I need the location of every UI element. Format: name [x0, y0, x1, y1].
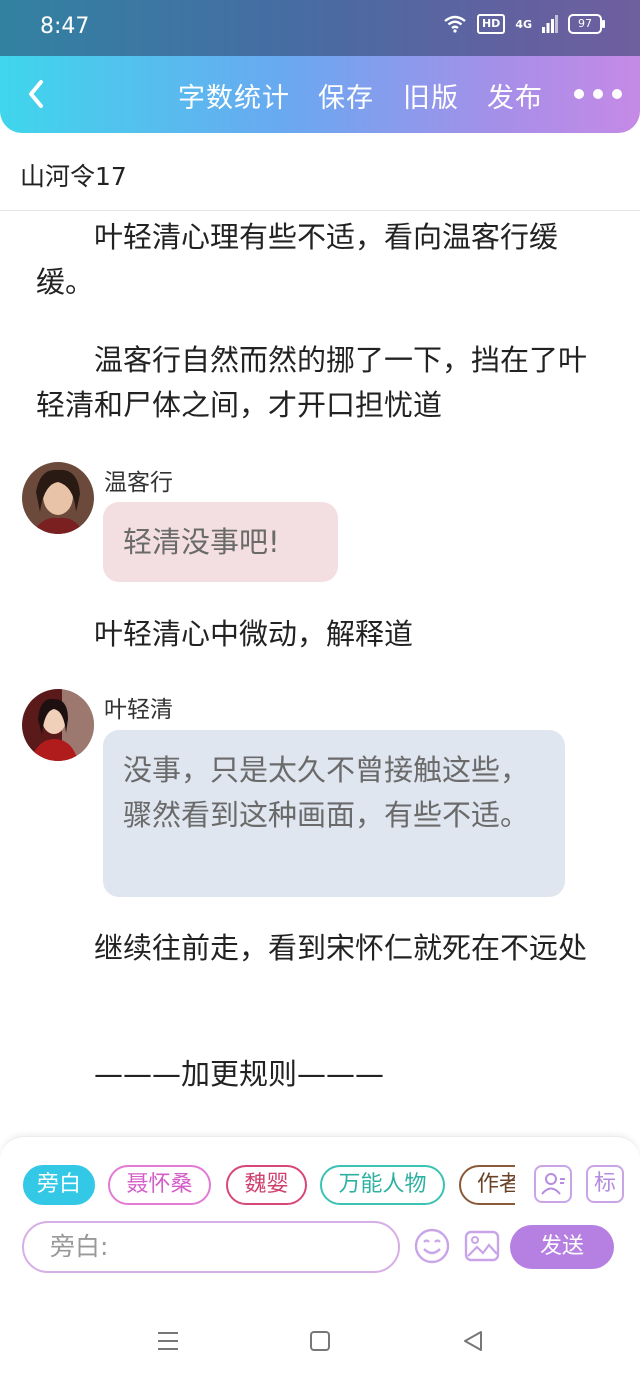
role-chip[interactable]: 万能人物: [320, 1165, 445, 1205]
narration-paragraph[interactable]: 温客行自然而然的挪了一下，挡在了叶轻清和尸体之间，才开口担忧道: [36, 338, 604, 428]
chapter-title[interactable]: 山河令17: [20, 157, 127, 193]
hd-badge: HD: [476, 14, 506, 34]
input-panel: 旁白 聂怀桑 魏婴 万能人物 作者 标 旁白: 发送: [0, 1136, 640, 1274]
dialogue-bubble[interactable]: 轻清没事吧!: [103, 502, 338, 582]
narration-paragraph[interactable]: 继续往前走，看到宋怀仁就死在不远处: [36, 926, 604, 971]
dialogue-bubble[interactable]: 没事，只是太久不曾接触这些，骤然看到这种画面，有些不适。: [103, 730, 565, 897]
save-button[interactable]: 保存: [318, 76, 374, 115]
signal-icon: [542, 15, 558, 33]
status-time: 8:47: [40, 14, 90, 39]
emoji-icon[interactable]: [413, 1227, 451, 1265]
avatar-yeqingqing[interactable]: [22, 689, 94, 761]
role-chip[interactable]: 作者: [459, 1165, 515, 1205]
role-chip[interactable]: 聂怀桑: [108, 1165, 211, 1205]
narration-paragraph[interactable]: ———加更规则———: [36, 1052, 604, 1097]
menu-icon[interactable]: [156, 1329, 180, 1353]
title-divider: [0, 210, 640, 211]
status-bar: 8:47 HD 4G 97: [0, 0, 640, 56]
editor-toolbar: 字数统计 保存 旧版 发布: [0, 56, 640, 133]
home-icon[interactable]: [309, 1329, 331, 1353]
image-icon[interactable]: [463, 1227, 501, 1265]
old-version-button[interactable]: 旧版: [403, 76, 459, 115]
back-triangle-icon[interactable]: [461, 1329, 485, 1353]
role-chip-clip: 作者: [459, 1165, 515, 1205]
role-chip-narration[interactable]: 旁白: [23, 1165, 95, 1205]
role-chip[interactable]: 魏婴: [226, 1165, 307, 1205]
back-button[interactable]: [22, 74, 52, 114]
wifi-icon: [444, 15, 466, 33]
person-icon: [541, 1173, 565, 1195]
speaker-name: 温客行: [104, 470, 173, 496]
message-input[interactable]: 旁白:: [22, 1221, 400, 1273]
status-icons: HD 4G 97: [443, 14, 605, 34]
network-label: 4G: [515, 17, 532, 31]
more-dot-icon: [574, 89, 584, 99]
more-dot-icon: [593, 89, 603, 99]
character-portrait-icon: [22, 462, 94, 534]
more-options-button[interactable]: [574, 89, 622, 99]
system-navigation-bar: [0, 1273, 640, 1387]
character-portrait-icon: [22, 689, 94, 761]
tag-button[interactable]: 标: [586, 1165, 624, 1203]
narration-paragraph[interactable]: 叶轻清心中微动，解释道: [36, 612, 604, 657]
more-dot-icon: [612, 89, 622, 99]
send-button[interactable]: 发送: [510, 1225, 614, 1269]
speaker-name: 叶轻清: [104, 697, 173, 723]
word-count-button[interactable]: 字数统计: [178, 76, 290, 115]
avatar-wenkexing[interactable]: [22, 462, 94, 534]
narration-paragraph[interactable]: 叶轻清心理有些不适，看向温客行缓缓。: [36, 215, 604, 305]
battery-icon: 97: [568, 14, 605, 34]
role-manage-button[interactable]: [534, 1165, 572, 1203]
publish-button[interactable]: 发布: [487, 76, 543, 115]
chevron-left-icon: [29, 80, 43, 108]
